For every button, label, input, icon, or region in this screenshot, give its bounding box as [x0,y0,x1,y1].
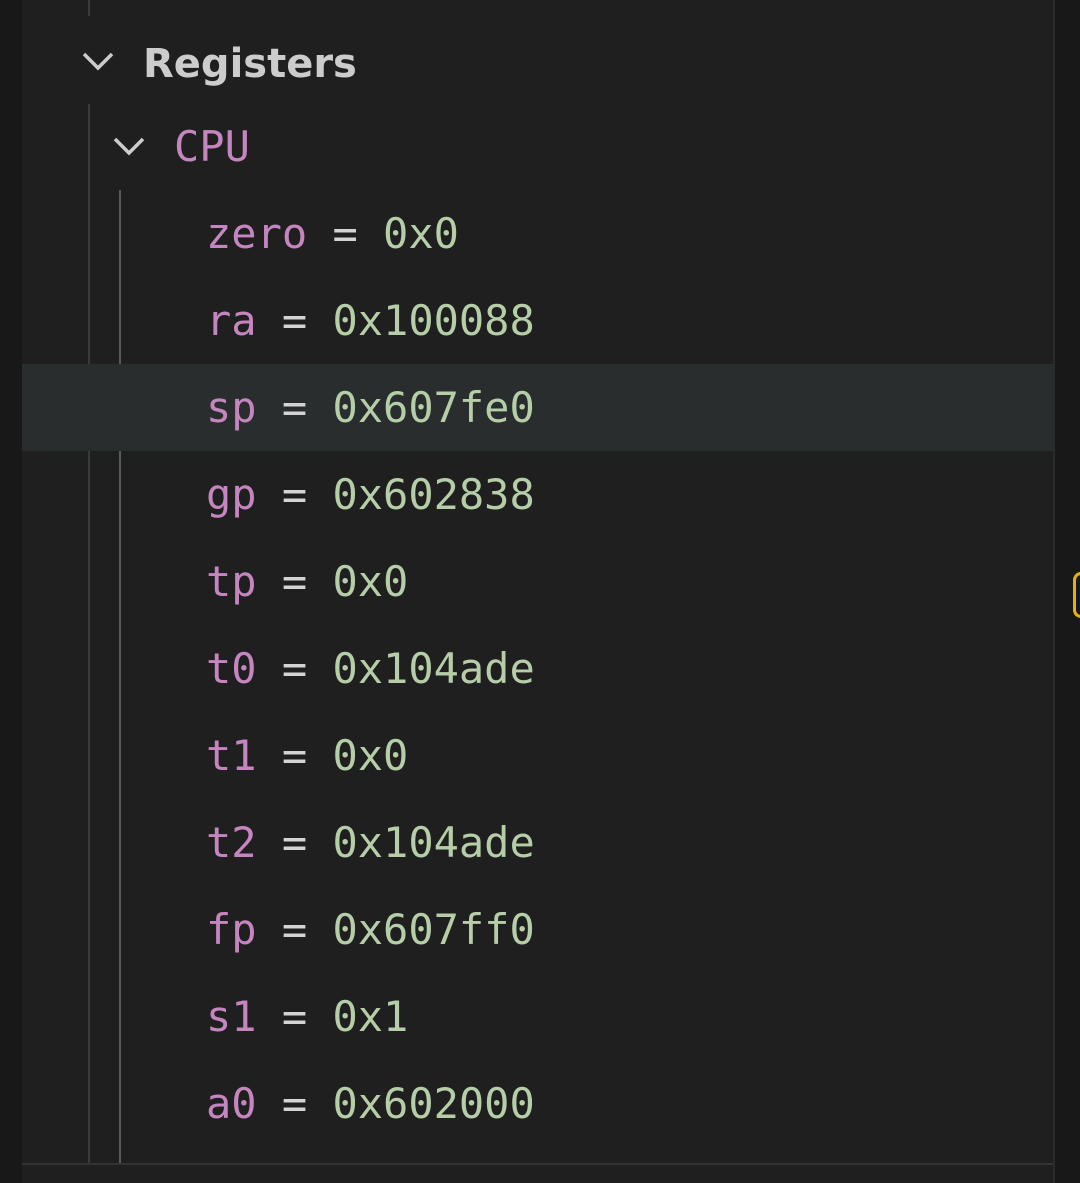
register-value: 0x100088 [332,296,535,345]
registers-view: Registers CPU zero = 0x0 ra = 0x100088 s… [0,0,1080,1183]
register-row-sp[interactable]: sp = 0x607fe0 [22,364,1053,451]
register-row-t0[interactable]: t0 = 0x104ade [22,625,1053,712]
register-name: zero [206,209,308,258]
register-value: 0x0 [383,209,459,258]
register-name: s1 [206,992,257,1041]
registers-section-header[interactable]: Registers [22,20,1053,107]
register-value: 0x607fe0 [332,383,535,432]
activity-edge [0,0,22,1183]
register-row-gp[interactable]: gp = 0x602838 [22,451,1053,538]
register-name: tp [206,557,257,606]
equals-sign: = [281,905,308,954]
register-value: 0x607ff0 [332,905,535,954]
register-value: 0x0 [332,557,409,606]
register-row-tp[interactable]: tp = 0x0 [22,538,1053,625]
register-value: 0x104ade [332,644,535,693]
register-value: 0x0 [332,731,409,780]
equals-sign: = [281,383,308,432]
chevron-down-icon[interactable] [78,41,118,81]
register-name: a0 [206,1079,257,1128]
register-row-s1[interactable]: s1 = 0x1 [22,973,1053,1060]
equals-sign: = [281,731,308,780]
tree-indent-guide [88,0,90,16]
equals-sign: = [281,818,308,867]
equals-sign: = [281,470,308,519]
register-row-t2[interactable]: t2 = 0x104ade [22,799,1053,886]
register-row-fp[interactable]: fp = 0x607ff0 [22,886,1053,973]
register-row-zero[interactable]: zero = 0x0 [22,190,1053,277]
panel-bottom-border [22,1163,1053,1165]
register-name: t2 [206,818,257,867]
register-value: 0x602000 [332,1079,535,1128]
registers-section-title: Registers [143,41,357,87]
equals-sign: = [281,557,308,606]
register-name: gp [206,470,257,519]
equals-sign: = [281,992,308,1041]
register-row-t1[interactable]: t1 = 0x0 [22,712,1053,799]
equals-sign: = [281,1079,308,1128]
equals-sign: = [281,644,308,693]
register-name: sp [206,383,257,432]
cpu-group-title: CPU [174,122,250,171]
register-row-a0[interactable]: a0 = 0x602000 [22,1060,1053,1147]
scroll-position-marker [1073,572,1080,618]
register-name: fp [206,905,257,954]
register-value: 0x602838 [332,470,535,519]
register-name: ra [206,296,257,345]
register-value: 0x1 [332,992,409,1041]
register-name: t1 [206,731,257,780]
equals-sign: = [332,209,358,258]
equals-sign: = [281,296,308,345]
register-name: t0 [206,644,257,693]
register-value: 0x104ade [332,818,535,867]
register-row-ra[interactable]: ra = 0x100088 [22,277,1053,364]
chevron-down-icon[interactable] [109,126,149,166]
cpu-group-header[interactable]: CPU [22,104,1053,191]
